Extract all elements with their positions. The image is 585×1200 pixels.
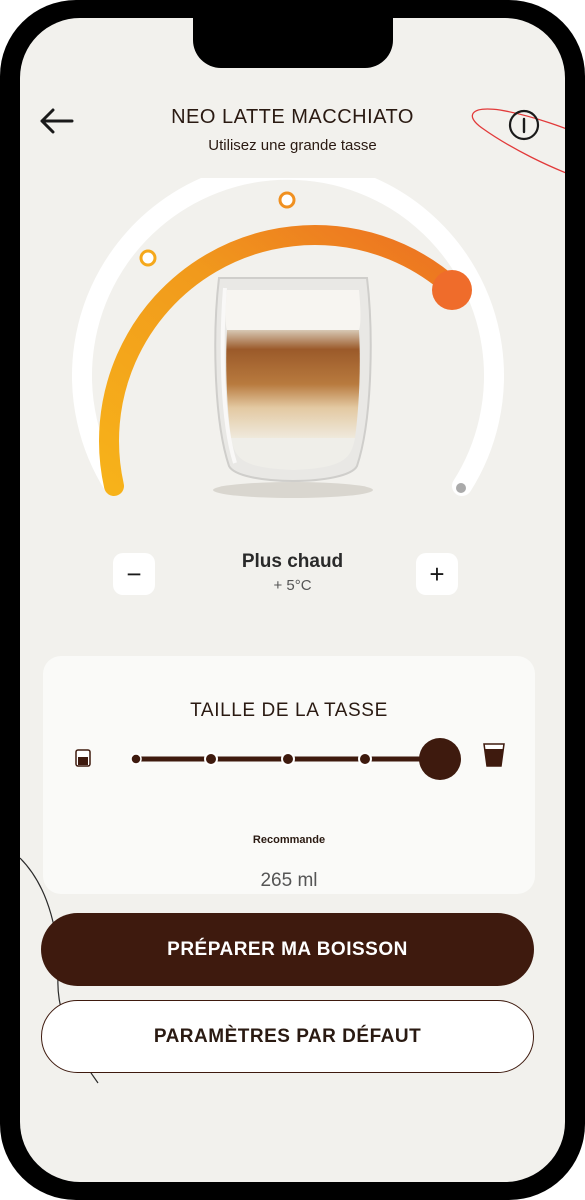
cup-size-slider[interactable] (63, 726, 515, 786)
dial-marker (139, 249, 157, 267)
dial-marker (278, 191, 296, 209)
recommended-label: Recommande (252, 834, 326, 846)
app-screen: NEO LATTE MACCHIATO Utilisez une grande … (20, 18, 565, 1182)
slider-step[interactable] (204, 752, 218, 766)
prepare-drink-button[interactable]: PRÉPARER MA BOISSON (41, 913, 534, 986)
dial-marker-end (456, 483, 466, 493)
phone-notch (193, 18, 393, 68)
plus-icon: + (429, 558, 445, 589)
info-button[interactable] (507, 108, 541, 142)
dial-knob[interactable] (432, 270, 472, 310)
info-icon (508, 109, 540, 141)
latte-glass-image (213, 277, 373, 498)
slider-step[interactable] (281, 752, 295, 766)
phone-frame: NEO LATTE MACCHIATO Utilisez une grande … (0, 0, 585, 1200)
cup-size-title: TAILLE DE LA TASSE (190, 700, 388, 721)
cup-size-card: TAILLE DE LA TASSE Recommande 265 ml (43, 656, 535, 894)
page-subtitle: Utilisez une grande tasse (208, 137, 377, 154)
temperature-value: + 5°C (273, 577, 312, 594)
slider-thumb[interactable] (419, 738, 461, 780)
decrease-temperature-button[interactable]: − (113, 553, 155, 595)
minus-icon: − (126, 558, 142, 589)
small-cup-icon (75, 749, 91, 767)
temperature-label: Plus chaud (241, 551, 344, 572)
default-settings-button[interactable]: PARAMÈTRES PAR DÉFAUT (41, 1000, 534, 1073)
slider-step[interactable] (130, 753, 142, 765)
large-cup-icon (483, 743, 505, 767)
increase-temperature-button[interactable]: + (416, 553, 458, 595)
slider-step[interactable] (358, 752, 372, 766)
cup-volume: 265 ml (260, 870, 318, 891)
page-title: NEO LATTE MACCHIATO (171, 106, 414, 128)
